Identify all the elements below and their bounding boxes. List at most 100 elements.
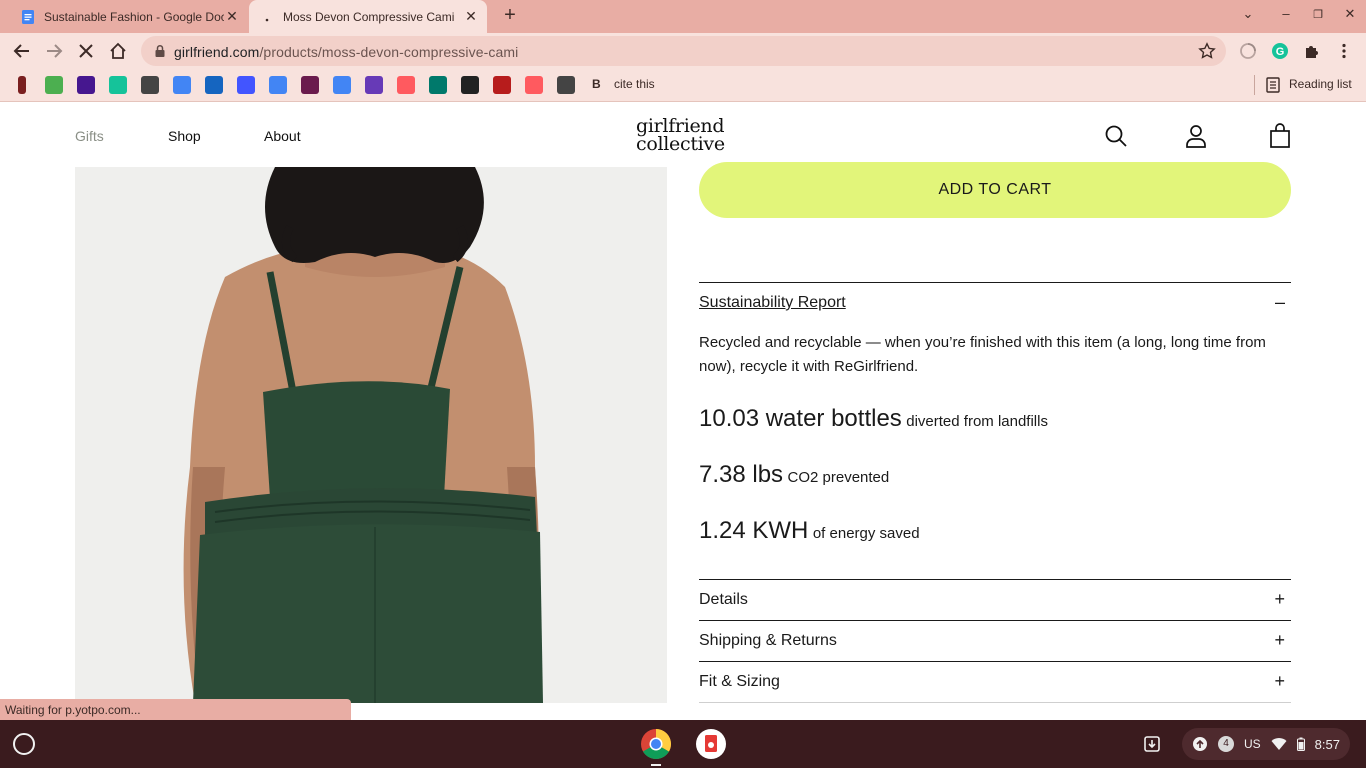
status-bubble: Waiting for p.yotpo.com... <box>0 699 351 720</box>
stat-energy: 1.24 KWH of energy saved <box>699 517 920 545</box>
quizlet-icon[interactable] <box>237 76 255 94</box>
stat-label: of energy saved <box>812 525 920 542</box>
sustainability-report-title: Sustainability Report <box>699 294 846 311</box>
tab-google-docs[interactable]: Sustainable Fashion - Google Docs ✕ <box>12 0 248 33</box>
fit-sizing-toggle[interactable]: Fit & Sizing + <box>699 661 1291 701</box>
stat-value: 7.38 lbs <box>699 461 784 488</box>
close-tab-icon[interactable]: ✕ <box>224 8 240 25</box>
bookmark-red-icon[interactable] <box>18 76 26 94</box>
tab-title: Moss Devon Compressive Cami <box>283 9 455 24</box>
google-docs-icon <box>22 9 34 24</box>
details-toggle[interactable]: Details + <box>699 579 1291 619</box>
docs-icon[interactable] <box>333 76 351 94</box>
stop-button[interactable] <box>75 40 97 62</box>
url-path: /products/moss-devon-compressive-cami <box>259 44 519 60</box>
home-button[interactable] <box>107 40 129 62</box>
nav-about[interactable]: About <box>264 128 301 144</box>
clock: 8:57 <box>1314 736 1340 752</box>
close-window-icon[interactable]: ✕ <box>1340 6 1360 22</box>
holding-space-icon[interactable] <box>1142 720 1162 768</box>
grammarly-extension-icon[interactable]: G <box>1270 41 1290 61</box>
stat-co2: 7.38 lbs CO2 prevented <box>699 461 889 489</box>
fit-sizing-label: Fit & Sizing <box>699 673 780 690</box>
airbnb-icon[interactable] <box>525 76 543 94</box>
add-to-cart-button[interactable]: ADD TO CART <box>699 162 1291 218</box>
docs-icon[interactable] <box>269 76 287 94</box>
bookmarks-bar: B cite this Reading list <box>0 69 1366 102</box>
extensions-puzzle-icon[interactable] <box>1302 41 1322 61</box>
forward-button[interactable] <box>43 40 65 62</box>
extension-loading-icon[interactable] <box>1238 41 1258 61</box>
back-arrow-icon <box>13 44 29 58</box>
lock-icon[interactable] <box>153 44 167 58</box>
model-back-photo <box>75 167 667 703</box>
dark-circle-icon[interactable] <box>461 76 479 94</box>
bookmarks-separator <box>1254 75 1255 95</box>
wave-icon[interactable] <box>429 76 447 94</box>
forms-icon[interactable] <box>365 76 383 94</box>
restore-icon[interactable]: ❐ <box>1308 8 1328 21</box>
product-image[interactable] <box>75 167 667 703</box>
grid-app-icon[interactable] <box>301 76 319 94</box>
sustainability-description: Recycled and recyclable — when you’re fi… <box>699 334 1266 375</box>
bookmark-star-icon[interactable] <box>1198 42 1216 60</box>
battery-icon <box>1296 737 1305 751</box>
running-indicator <box>651 764 661 766</box>
expand-plus-icon: + <box>1274 671 1285 691</box>
bookmark-c-icon[interactable] <box>45 76 63 94</box>
upload-icon <box>1193 737 1207 751</box>
site-header: Gifts Shop About girlfriend collective <box>0 103 1366 167</box>
svg-text:G: G <box>1276 46 1285 58</box>
reading-list-label[interactable]: Reading list <box>1289 77 1352 91</box>
loading-icon <box>265 18 269 21</box>
address-bar[interactable]: girlfriend.com/products/moss-devon-compr… <box>141 36 1226 66</box>
expand-plus-icon: + <box>1274 589 1285 609</box>
search-icon[interactable] <box>1103 123 1129 149</box>
url-text: girlfriend.com/products/moss-devon-compr… <box>174 44 518 60</box>
stat-water-bottles: 10.03 water bottles diverted from landfi… <box>699 405 1048 433</box>
home-icon <box>110 42 126 59</box>
chrome-icon[interactable] <box>640 728 672 760</box>
menu-kebab-icon[interactable] <box>1334 41 1354 61</box>
docs-icon[interactable] <box>173 76 191 94</box>
url-host: girlfriend.com <box>174 44 260 60</box>
new-tab-button[interactable]: + <box>499 5 521 27</box>
site-logo[interactable]: girlfriend collective <box>636 117 732 154</box>
bookmark-k-icon[interactable] <box>77 76 95 94</box>
stop-icon <box>79 44 93 58</box>
bird-icon[interactable] <box>493 76 511 94</box>
pdf-app-icon[interactable] <box>695 728 727 760</box>
reading-list-icon[interactable] <box>1266 77 1280 93</box>
nav-shop[interactable]: Shop <box>168 128 201 144</box>
shipping-returns-toggle[interactable]: Shipping & Returns + <box>699 620 1291 660</box>
stat-value: 10.03 water bottles <box>699 405 902 432</box>
forward-arrow-icon <box>47 44 63 58</box>
notification-count: 4 <box>1218 736 1234 752</box>
tab-search-icon[interactable]: ⌄ <box>1238 6 1258 22</box>
cart-bag-icon[interactable] <box>1267 123 1293 149</box>
bookmark-cite-this[interactable]: cite this <box>614 77 655 91</box>
grammarly-icon[interactable] <box>109 76 127 94</box>
back-button[interactable] <box>11 40 33 62</box>
minimize-icon[interactable]: – <box>1276 6 1296 21</box>
browser-toolbar: girlfriend.com/products/moss-devon-compr… <box>0 33 1366 69</box>
tab-product[interactable]: Moss Devon Compressive Cami ✕ <box>249 0 487 33</box>
bike-icon[interactable] <box>141 76 159 94</box>
shipping-returns-label: Shipping & Returns <box>699 632 837 649</box>
nav-gifts[interactable]: Gifts <box>75 128 104 144</box>
sustainability-report-toggle[interactable]: Sustainability Report – <box>699 282 1291 322</box>
stat-label: CO2 prevented <box>787 469 890 486</box>
launcher-icon[interactable] <box>13 733 35 755</box>
tab-title: Sustainable Fashion - Google Docs <box>44 9 224 24</box>
v-icon[interactable] <box>557 76 575 94</box>
collapse-minus-icon: – <box>1274 292 1285 312</box>
bookmark-b-icon[interactable]: B <box>592 77 601 91</box>
account-icon[interactable] <box>1183 123 1209 149</box>
airbnb-icon[interactable] <box>397 76 415 94</box>
close-tab-icon[interactable]: ✕ <box>463 8 479 25</box>
stat-value: 1.24 KWH <box>699 517 809 544</box>
stat-label: diverted from landfills <box>906 413 1048 430</box>
status-tray[interactable]: 4 US 8:57 <box>1182 728 1350 760</box>
locale-indicator: US <box>1244 737 1261 751</box>
blue-app-icon[interactable] <box>205 76 223 94</box>
